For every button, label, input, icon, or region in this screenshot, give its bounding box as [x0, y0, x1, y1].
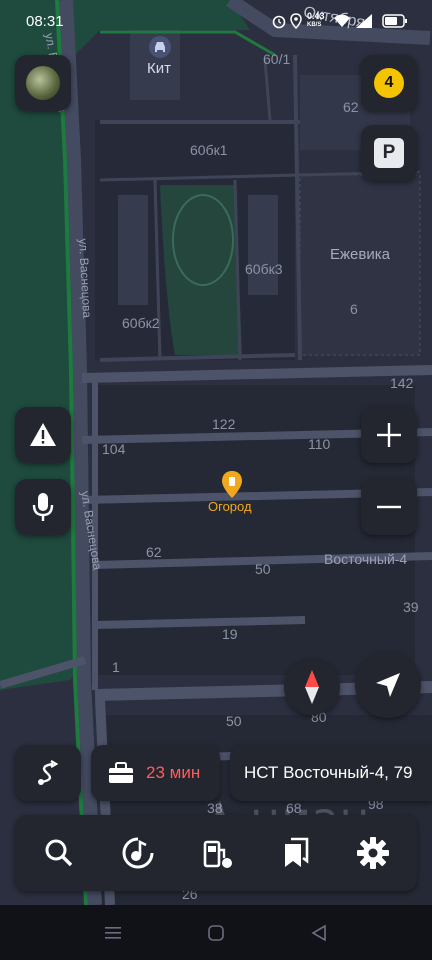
gas-station-icon — [203, 840, 232, 868]
my-location-button[interactable] — [355, 652, 421, 718]
house-number: 19 — [222, 626, 238, 642]
house-number: 62 — [146, 544, 162, 560]
back-icon[interactable] — [310, 924, 328, 942]
destination-label: НСТ Восточный-4, 79 — [244, 763, 413, 782]
parking-button[interactable]: P — [361, 125, 417, 181]
parking-icon: P — [374, 138, 404, 168]
settings-button[interactable] — [349, 833, 397, 873]
bookmarks-icon — [285, 837, 309, 867]
house-number: 39 — [403, 599, 419, 615]
clock: 08:31 — [26, 13, 64, 30]
house-number: 62 — [343, 99, 359, 115]
menu-icon[interactable] — [104, 925, 122, 941]
alarm-icon — [272, 15, 286, 29]
microphone-icon — [32, 493, 54, 521]
house-number: 60бк1 — [190, 142, 228, 158]
search-button[interactable] — [35, 833, 83, 873]
signal-icon — [356, 14, 372, 28]
house-number: 60бк2 — [122, 315, 160, 331]
house-number: 6 — [350, 301, 358, 317]
voice-button[interactable] — [15, 479, 71, 535]
house-number: 104 — [102, 441, 126, 457]
fuel-button[interactable] — [193, 833, 241, 873]
house-number: 38 — [207, 800, 223, 816]
warning-icon — [30, 423, 56, 446]
avatar — [26, 66, 60, 100]
map-screen: 60/1 62 60бк1 60бк3 6 60бк2 Ежевика 142 … — [0, 0, 432, 960]
route-button[interactable] — [15, 745, 81, 801]
search-icon — [45, 839, 73, 867]
house-number: 60/1 — [263, 51, 291, 67]
traffic-level-badge: 4 — [374, 68, 404, 98]
gear-icon — [357, 837, 389, 869]
compass-icon — [305, 670, 319, 704]
road-event-button[interactable] — [15, 407, 71, 463]
house-number: 1 — [112, 659, 120, 675]
poi-ezhevika[interactable]: Ежевика — [330, 247, 390, 262]
area-label: Восточный-4 — [324, 551, 408, 567]
house-number: 110 — [308, 436, 331, 452]
house-number: 122 — [212, 416, 236, 432]
eta-time: 23 мин — [146, 763, 201, 782]
destination-button[interactable]: НСТ Восточный-4, 79 — [230, 745, 432, 801]
compass-button[interactable] — [284, 659, 340, 715]
route-icon — [38, 759, 59, 785]
house-number: 50 — [255, 561, 271, 577]
music-button[interactable] — [114, 833, 162, 873]
zoom-in-button[interactable] — [361, 407, 417, 463]
briefcase-icon — [109, 762, 133, 783]
poi-kit-label[interactable]: Кит — [147, 61, 171, 76]
poi-ogorod-label[interactable]: Огород — [208, 500, 252, 513]
battery-icon — [382, 14, 407, 28]
navigation-arrow-icon — [376, 673, 400, 697]
minus-icon — [377, 505, 401, 509]
location-icon — [290, 13, 302, 29]
system-nav-bar — [0, 905, 432, 960]
eta-button[interactable]: 23 мин — [91, 745, 220, 801]
bottom-toolbar — [15, 815, 417, 891]
plus-icon — [377, 423, 401, 447]
house-number: 50 — [226, 713, 242, 729]
music-icon — [122, 837, 154, 869]
house-number: 142 — [390, 375, 414, 391]
home-icon[interactable] — [207, 924, 225, 942]
network-speed: 0.43 KB/S — [307, 11, 325, 29]
house-number: 68 — [286, 800, 302, 816]
zoom-out-button[interactable] — [361, 479, 417, 535]
traffic-button[interactable]: 4 — [361, 55, 417, 111]
house-number: 60бк3 — [245, 261, 283, 277]
bookmarks-button[interactable] — [272, 833, 320, 873]
poi-pin-icon[interactable] — [220, 470, 244, 500]
wifi-icon — [334, 14, 350, 27]
status-bar: 08:31 0.43 KB/S — [0, 0, 432, 42]
profile-button[interactable] — [15, 55, 71, 111]
